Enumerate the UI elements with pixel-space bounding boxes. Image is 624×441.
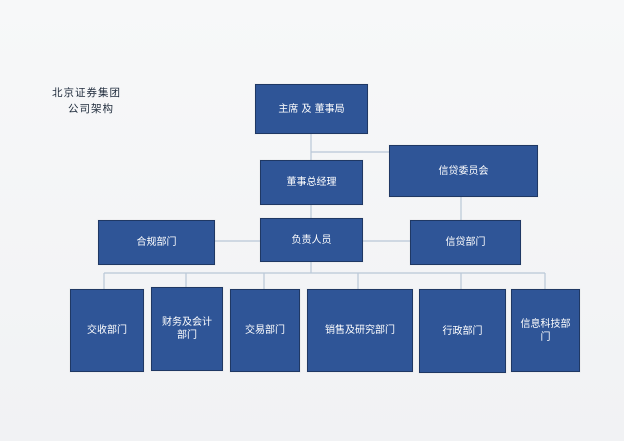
- node-trading-dept: 交易部门: [230, 289, 300, 372]
- node-credit-dept-label: 信贷部门: [445, 237, 486, 248]
- node-compliance-label: 合规部门: [136, 237, 177, 248]
- node-credit-committee-label: 信贷委员会: [438, 165, 489, 177]
- node-board-gm: 董事总经理: [260, 160, 363, 205]
- node-trading-dept-label: 交易部门: [245, 325, 285, 336]
- company-subtitle: 公司架构: [68, 103, 114, 115]
- node-credit-dept: 信贷部门: [410, 220, 521, 265]
- company-title: 北京证券集团: [52, 87, 121, 99]
- node-chairman-board: 主席 及 董事局: [255, 84, 368, 134]
- node-finance-dept: 财务及会计部门: [151, 287, 223, 371]
- node-it-dept-label: 信息科技部门: [520, 318, 571, 343]
- node-credit-committee: 信贷委员会: [389, 145, 538, 197]
- node-it-dept: 信息科技部门: [511, 289, 580, 372]
- node-person-in-charge: 负责人员: [260, 218, 363, 262]
- node-person-in-charge-label: 负责人员: [291, 234, 332, 246]
- node-settlement-dept: 交收部门: [70, 289, 144, 372]
- node-admin-dept-label: 行政部门: [442, 325, 483, 337]
- node-board-gm-label: 董事总经理: [286, 177, 337, 188]
- node-finance-dept-label: 财务及会计部门: [162, 317, 212, 341]
- node-compliance: 合规部门: [98, 220, 215, 265]
- node-sales-research-dept-label: 销售及研究部门: [325, 325, 395, 336]
- org-chart-page: 北京证券集团 公司架构 主席 及 董事局 信贷委员会 董事总经理 负责人员 合规…: [0, 0, 624, 441]
- node-chairman-board-label: 主席 及 董事局: [278, 103, 345, 115]
- node-admin-dept: 行政部门: [419, 289, 506, 373]
- node-settlement-dept-label: 交收部门: [87, 325, 127, 336]
- node-sales-research-dept: 销售及研究部门: [307, 289, 413, 372]
